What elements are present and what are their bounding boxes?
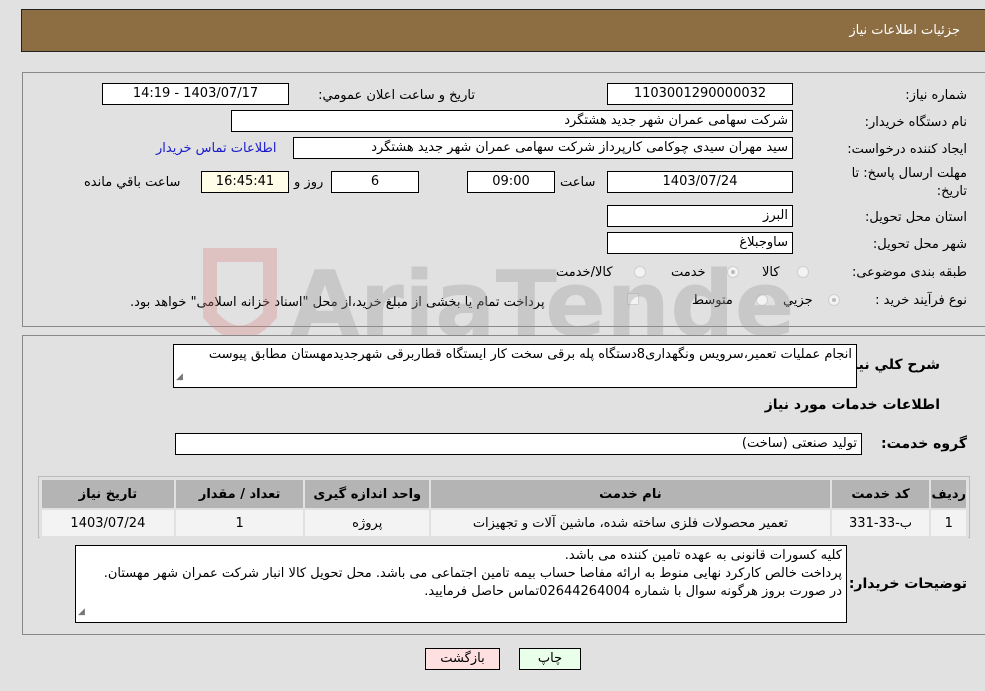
- province-field: البرز: [607, 205, 793, 227]
- deadline-time-label: ساعت: [560, 175, 596, 190]
- category-label: طبقه بندی موضوعی:: [851, 265, 967, 280]
- deadline-time-field: 09:00: [467, 171, 555, 193]
- service-group-label: گروه خدمت:: [881, 436, 967, 452]
- deadline-label-date: تاریخ:: [936, 184, 967, 199]
- process-type-label: نوع فرآیند خرید :: [875, 293, 967, 308]
- col-header-service-code: کد خدمت: [829, 478, 932, 510]
- cell-quantity: 1: [173, 508, 306, 538]
- col-header-need-date: تاریخ نیاز: [40, 478, 176, 510]
- deadline-label: مهلت ارسال پاسخ: تا: [851, 166, 967, 181]
- services-section-title: اطلاعات خدمات مورد نیاز: [764, 397, 940, 413]
- col-header-unit: واحد اندازه گیری: [303, 478, 432, 510]
- category-radio-goods-service[interactable]: [634, 266, 646, 278]
- col-header-quantity: تعداد / مقدار: [173, 478, 306, 510]
- category-option-goods-service: کالا/خدمت: [556, 265, 613, 280]
- process-option-minor: جزيي: [783, 293, 813, 308]
- need-number-label: شماره نیاز:: [905, 88, 967, 103]
- description-text: انجام عملیات تعمیر،سرویس ونگهداری8دستگاه…: [208, 347, 852, 362]
- resize-grip-icon[interactable]: ◢: [176, 369, 183, 386]
- announce-date-field: 1403/07/17 - 14:19: [102, 83, 289, 105]
- days-remaining-field: 6: [331, 171, 419, 193]
- cell-row-number: 1: [929, 508, 968, 538]
- category-radio-service[interactable]: [727, 266, 739, 278]
- buyer-notes-line-3: در صورت بروز هرگونه سوال با شماره 026442…: [424, 584, 842, 599]
- col-header-service-name: نام خدمت: [429, 478, 832, 510]
- cell-need-date: 1403/07/24: [40, 508, 176, 538]
- remaining-time-label: ساعت باقي مانده: [84, 175, 181, 190]
- resize-grip-icon[interactable]: ◢: [78, 603, 85, 621]
- table-header-row: ردیف کد خدمت نام خدمت واحد اندازه گیری ت…: [40, 478, 968, 510]
- province-label: استان محل تحویل:: [865, 210, 967, 225]
- buyer-notes-line-2: پرداخت خالص کارکرد نهایی منوط به ارائه م…: [103, 566, 842, 581]
- cell-service-code: ب-33-331: [829, 508, 932, 538]
- table-row: 1 ب-33-331 تعمیر محصولات فلزی ساخته شده،…: [40, 508, 968, 538]
- process-radio-medium[interactable]: [756, 294, 768, 306]
- category-radio-goods[interactable]: [797, 266, 809, 278]
- deadline-date-field: 1403/07/24: [607, 171, 793, 193]
- buyer-contact-link[interactable]: اطلاعات تماس خریدار: [156, 141, 276, 156]
- col-header-row-number: ردیف: [929, 478, 968, 510]
- creator-label: ایجاد کننده درخواست:: [847, 142, 967, 157]
- process-radio-minor[interactable]: [828, 294, 840, 306]
- creator-field: سید مهران سیدی چوکامی کارپرداز شرکت سهام…: [293, 137, 793, 159]
- process-option-medium: متوسط: [692, 293, 733, 308]
- treasury-text: پرداخت تمام یا بخشی از مبلغ خرید،از محل …: [130, 295, 545, 310]
- days-label: روز و: [294, 175, 324, 190]
- remaining-time-field: 16:45:41: [201, 171, 289, 193]
- services-table: ردیف کد خدمت نام خدمت واحد اندازه گیری ت…: [40, 478, 968, 538]
- cell-unit: پروژه: [303, 508, 432, 538]
- buyer-org-label: نام دستگاه خریدار:: [864, 115, 967, 130]
- page-header: جزئیات اطلاعات نیاز: [21, 9, 985, 52]
- category-option-goods: کالا: [762, 265, 780, 280]
- city-label: شهر محل تحویل:: [872, 237, 967, 252]
- buyer-notes-textarea[interactable]: کلیه کسورات قانونی به عهده تامین کننده م…: [75, 545, 847, 623]
- city-field: ساوجبلاغ: [607, 232, 793, 254]
- buyer-notes-line-1: کلیه کسورات قانونی به عهده تامین کننده م…: [564, 548, 842, 563]
- category-option-service: خدمت: [671, 265, 706, 280]
- need-number-field: 1103001290000032: [607, 83, 793, 105]
- print-button[interactable]: چاپ: [519, 648, 581, 670]
- treasury-checkbox[interactable]: [627, 293, 639, 305]
- buyer-org-field: شرکت سهامی عمران شهر جدید هشتگرد: [231, 110, 793, 132]
- description-textarea[interactable]: انجام عملیات تعمیر،سرویس ونگهداری8دستگاه…: [173, 344, 857, 388]
- page-title: جزئیات اطلاعات نیاز: [849, 23, 960, 38]
- service-group-field: تولید صنعتی (ساخت): [175, 433, 862, 455]
- cell-service-name: تعمیر محصولات فلزی ساخته شده، ماشین آلات…: [429, 508, 832, 538]
- buyer-notes-label: توضیحات خریدار:: [848, 576, 967, 592]
- announce-date-label: تاریخ و ساعت اعلان عمومي:: [318, 88, 475, 103]
- back-button[interactable]: بازگشت: [425, 648, 500, 670]
